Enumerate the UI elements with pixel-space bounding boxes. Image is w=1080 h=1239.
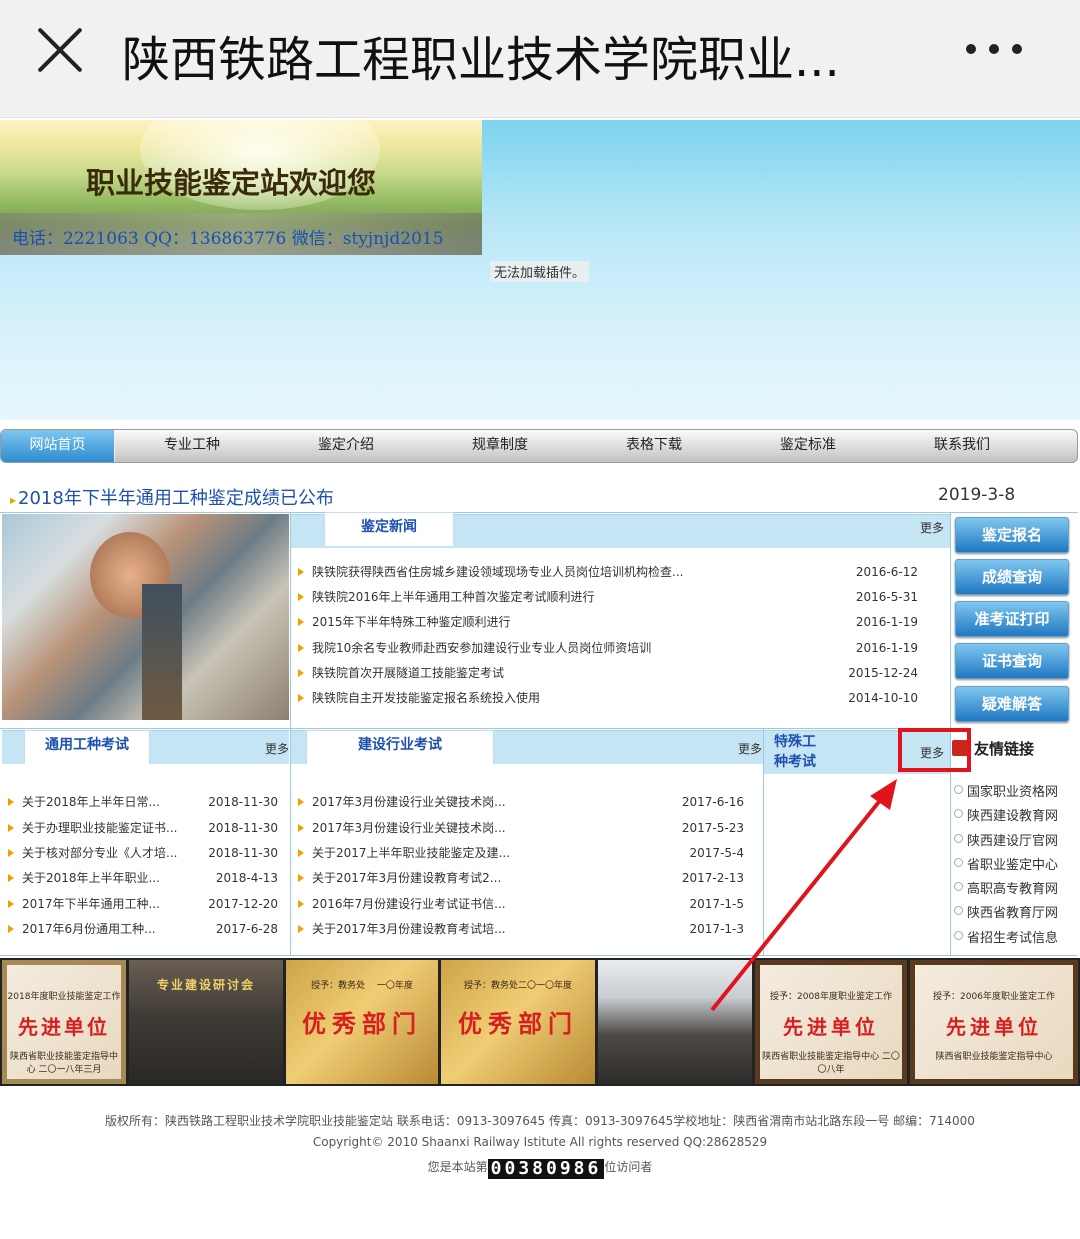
- footer-copyright: 版权所有：陕西铁路工程职业技术学院职业技能鉴定站 联系电话：0913-30976…: [105, 1114, 975, 1128]
- visitor-prefix: 您是本站第: [427, 1160, 488, 1174]
- footer-copyright-en: Copyright© 2010 Shaanxi Railway Istitute…: [312, 1135, 768, 1149]
- banner-title: 职业技能鉴定站欢迎您: [86, 166, 377, 200]
- visitor-counter: 您是本站第 00380986 位访问者: [0, 1158, 1080, 1179]
- visitor-count: 00380986: [487, 1159, 605, 1179]
- banner-contact: 电话：2221063 QQ：136863776 微信：styjnjd2015: [12, 229, 444, 249]
- visitor-suffix: 位访问者: [604, 1160, 653, 1174]
- app-screen: 陕西铁路工程职业技术学院职业... 职业技能鉴定站欢迎您 电话：2221063 …: [0, 0, 1080, 1239]
